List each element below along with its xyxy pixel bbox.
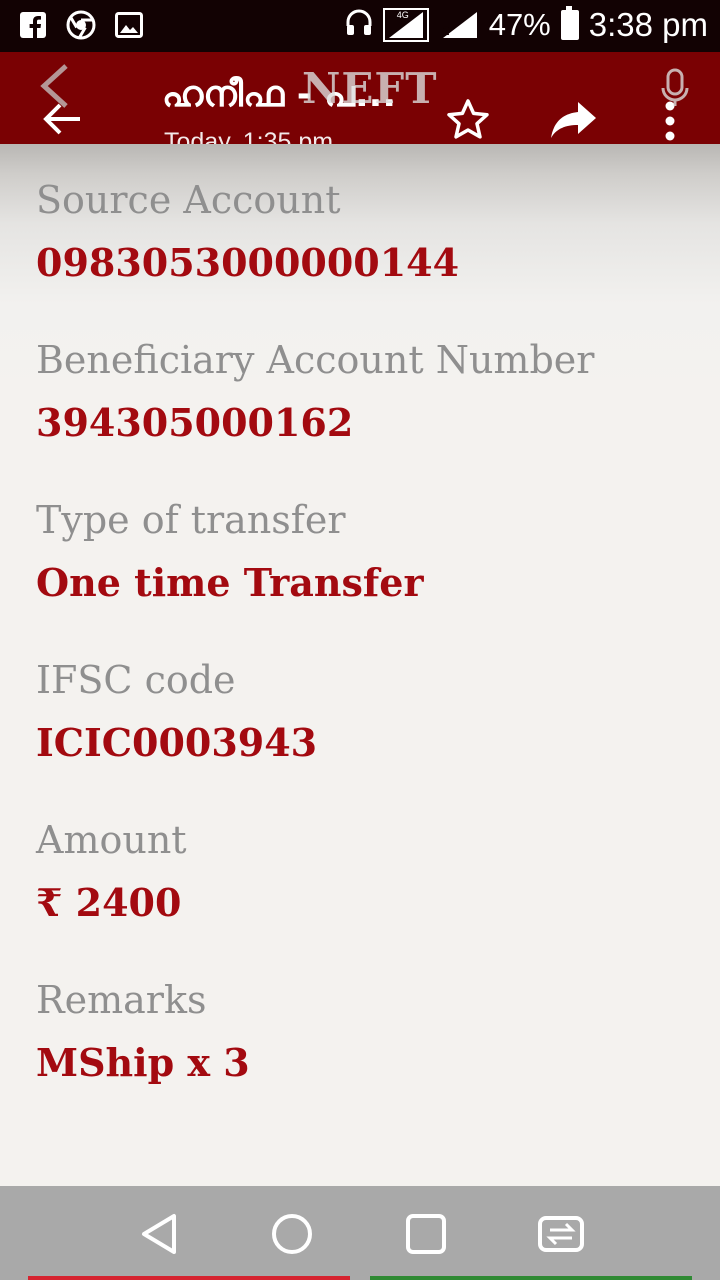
nav-recents-icon[interactable] xyxy=(402,1210,450,1258)
nav-home-icon[interactable] xyxy=(268,1210,316,1258)
system-icons: 4G 2 47% 3:38 pm xyxy=(345,6,708,44)
battery-percent: 47% xyxy=(488,7,551,42)
system-nav-bar xyxy=(0,1186,720,1280)
field-amount: Amount ₹ 2400 xyxy=(36,818,187,925)
clock: 3:38 pm xyxy=(588,6,708,43)
field-source-account: Source Account 0983053000000144 xyxy=(36,178,459,285)
transfer-details: Source Account 0983053000000144 Benefici… xyxy=(0,144,720,1186)
headset-icon xyxy=(345,8,373,43)
bottom-color-strip xyxy=(0,1276,720,1280)
field-value: MShip x 3 xyxy=(36,1040,250,1085)
strip-red xyxy=(28,1276,350,1280)
facebook-icon xyxy=(18,10,48,40)
field-label: Type of transfer xyxy=(36,498,346,542)
signal-sim2-icon: 2 xyxy=(439,10,479,40)
field-label: Beneficiary Account Number xyxy=(36,338,595,382)
field-transfer-type: Type of transfer One time Transfer xyxy=(36,498,423,605)
microphone-icon xyxy=(660,68,690,108)
field-value: ICIC0003943 xyxy=(36,720,318,765)
field-label: IFSC code xyxy=(36,658,236,702)
field-beneficiary-account: Beneficiary Account Number 394305000162 xyxy=(36,338,594,445)
field-label: Amount xyxy=(36,818,187,862)
status-bar: 4G 2 47% 3:38 pm xyxy=(0,0,720,52)
forward-icon[interactable] xyxy=(548,96,600,144)
chrome-icon xyxy=(66,10,96,40)
field-ifsc-code: IFSC code ICIC0003943 xyxy=(36,658,317,765)
field-value: ₹ 2400 xyxy=(36,880,182,925)
notification-icons xyxy=(18,10,144,40)
field-label: Remarks xyxy=(36,978,207,1022)
field-label: Source Account xyxy=(36,178,341,222)
faded-overlay-title: NEFT xyxy=(302,64,438,113)
star-icon[interactable] xyxy=(444,96,492,144)
field-remarks: Remarks MShip x 3 xyxy=(36,978,250,1085)
gallery-icon xyxy=(114,10,144,40)
field-value: 394305000162 xyxy=(36,400,354,445)
field-value: 0983053000000144 xyxy=(36,240,460,285)
faded-back-chevron-icon xyxy=(36,62,72,110)
strip-green xyxy=(370,1276,692,1280)
nav-back-icon[interactable] xyxy=(136,1210,184,1258)
field-value: One time Transfer xyxy=(36,560,424,605)
battery-icon xyxy=(560,6,579,40)
signal-4g-icon: 4G xyxy=(382,8,429,42)
nav-switch-sim-icon[interactable] xyxy=(536,1210,584,1258)
